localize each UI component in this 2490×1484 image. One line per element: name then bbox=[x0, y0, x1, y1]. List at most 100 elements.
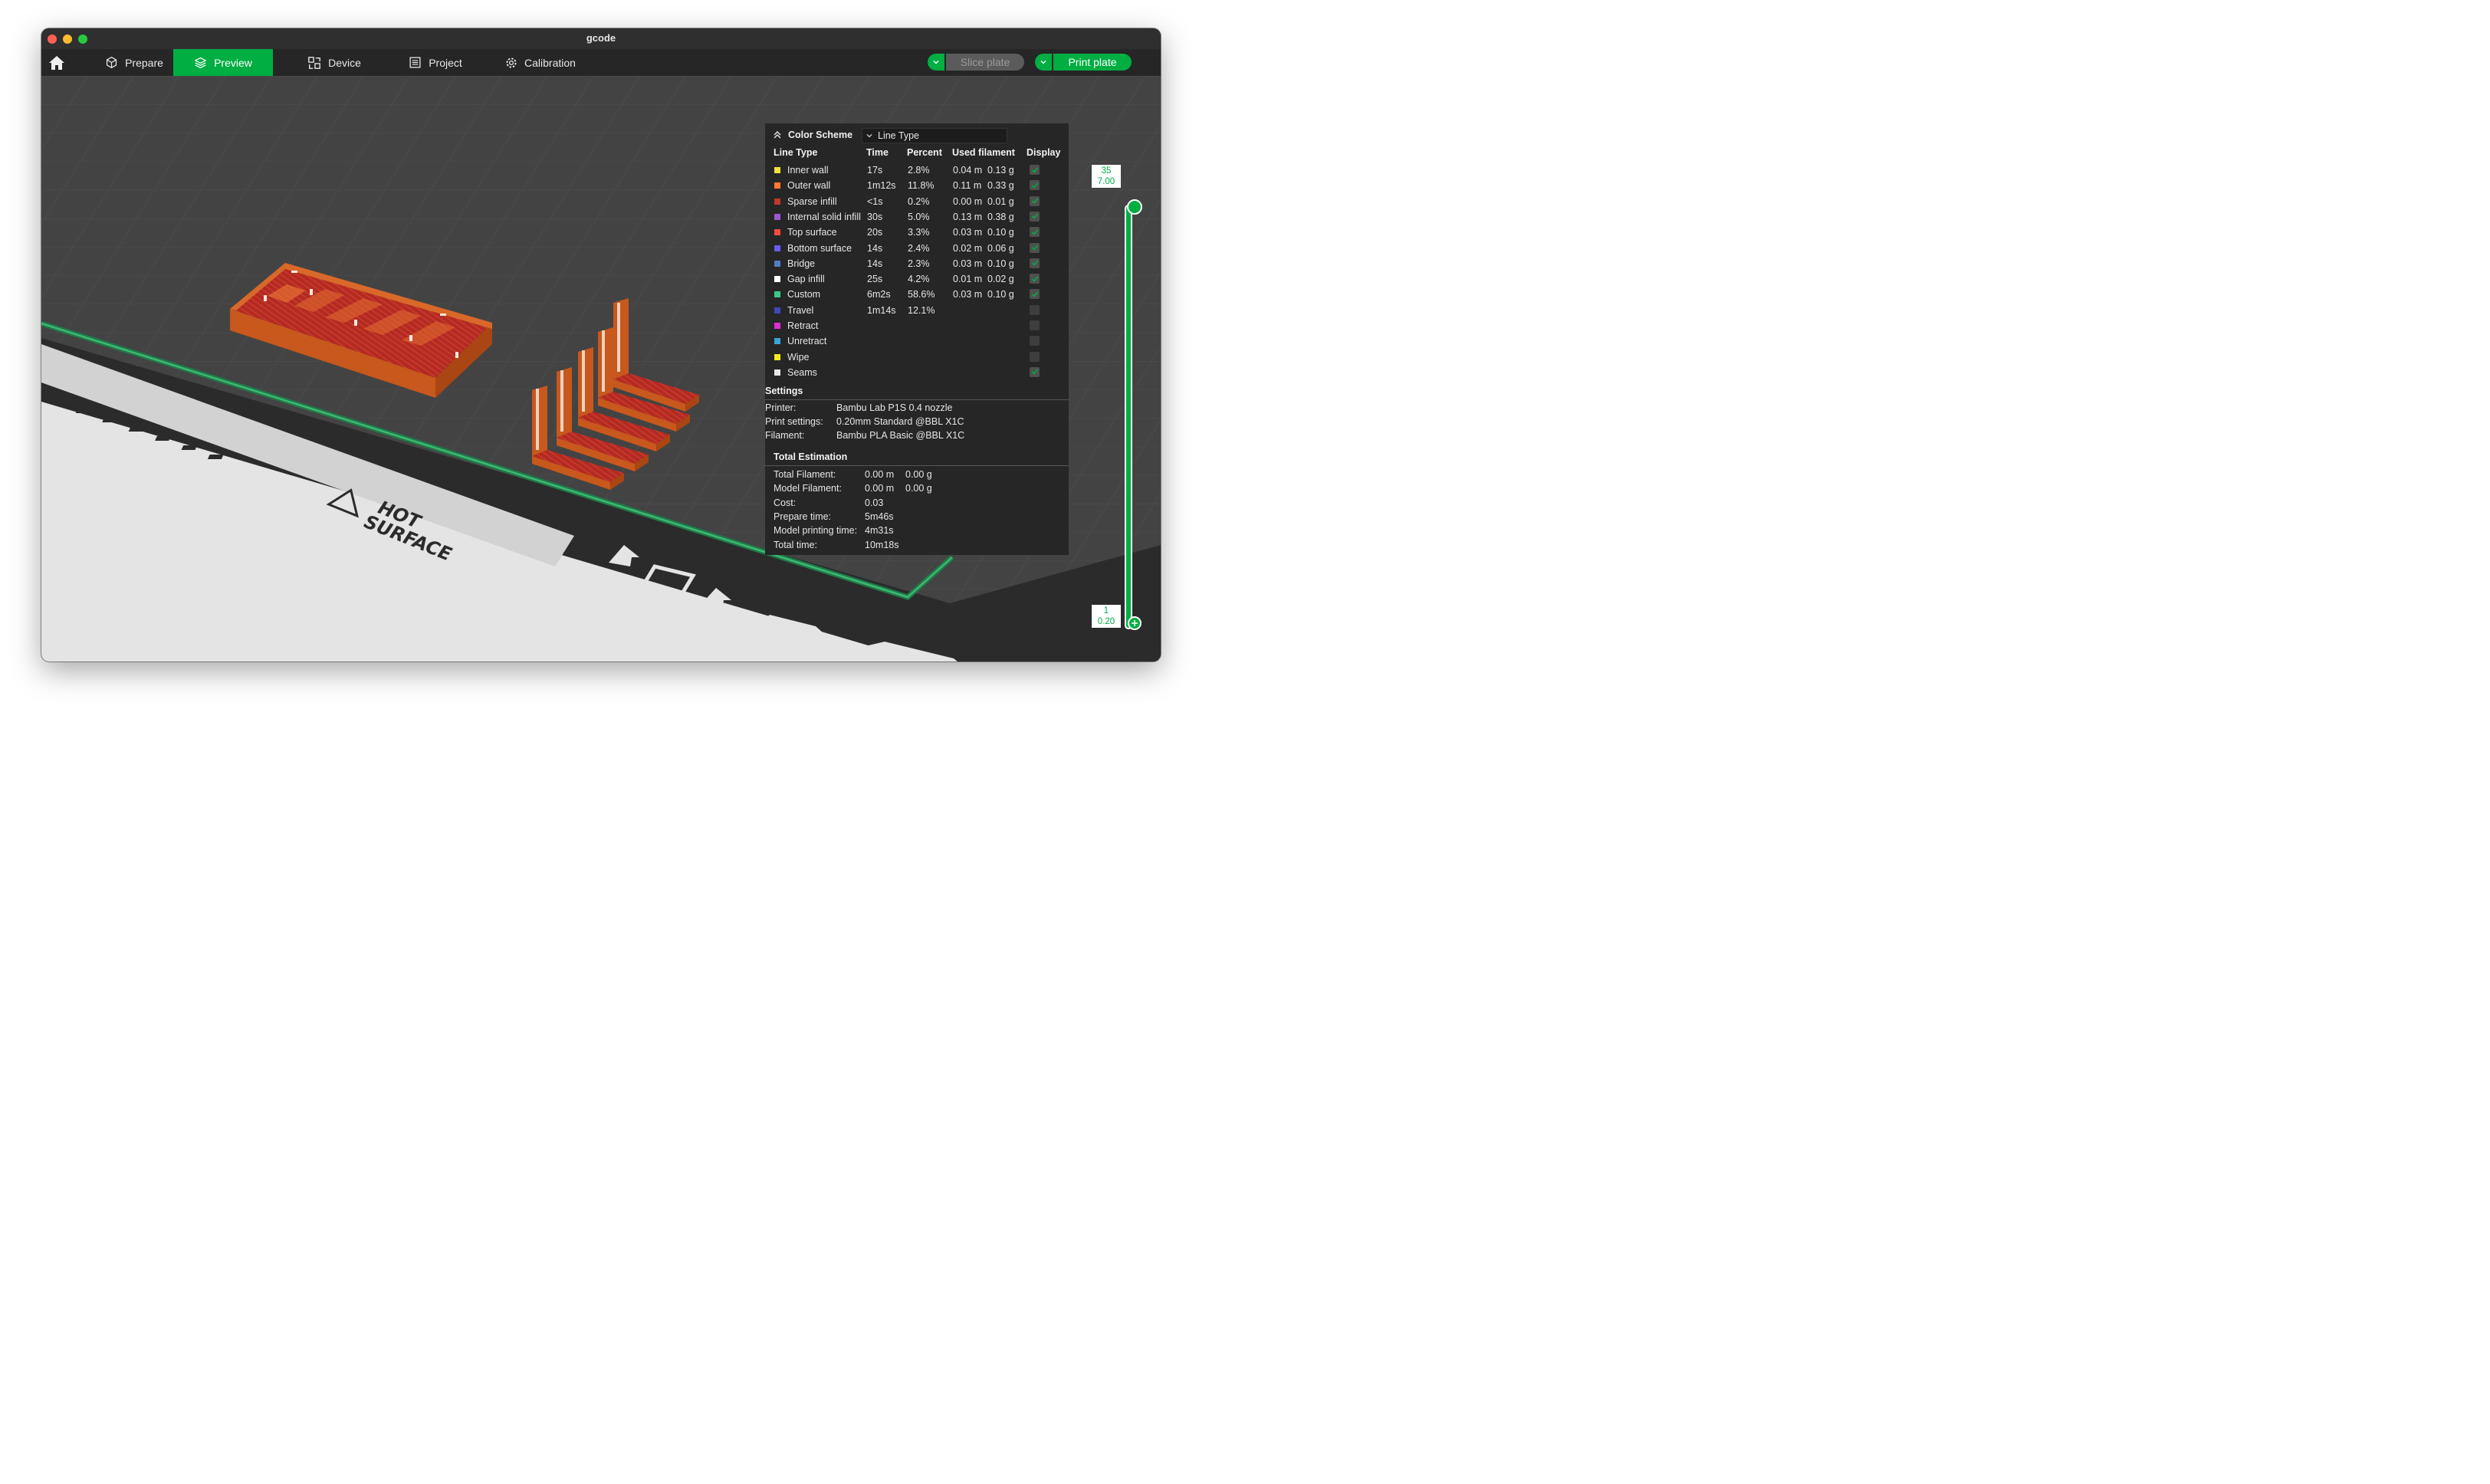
display-checkbox[interactable] bbox=[1030, 242, 1040, 253]
line-type-time: 6m2s bbox=[867, 289, 891, 300]
3d-preview-viewport[interactable]: HOT SURFACE Color Scheme Line Type Line … bbox=[41, 76, 1161, 662]
slice-plate-button[interactable]: Slice plate bbox=[946, 54, 1024, 71]
display-checkbox[interactable] bbox=[1030, 366, 1040, 377]
display-checkbox[interactable] bbox=[1030, 258, 1040, 268]
tab-label: Prepare bbox=[125, 56, 163, 69]
line-type-time: 14s bbox=[867, 242, 883, 254]
home-icon[interactable] bbox=[48, 54, 66, 72]
line-type-length: 0.13 m bbox=[953, 211, 983, 222]
legend-row: Internal solid infill 30s 5.0% 0.13 m 0.38 g bbox=[765, 209, 1069, 225]
display-checkbox[interactable] bbox=[1030, 180, 1040, 191]
tab-label: Project bbox=[429, 56, 462, 69]
line-type-time: 1m12s bbox=[867, 180, 896, 192]
checkmark-icon bbox=[1031, 229, 1038, 235]
estimation-value: 0.00 m bbox=[865, 469, 895, 480]
legend-row: Gap infill 25s 4.2% 0.01 m 0.02 g bbox=[765, 271, 1069, 287]
line-type-time: 1m14s bbox=[867, 304, 896, 316]
print-dropdown-button[interactable] bbox=[1035, 54, 1052, 71]
layer-slider-track[interactable] bbox=[1125, 205, 1132, 629]
line-type-time: 30s bbox=[867, 211, 883, 222]
estimation-value: 4m31s bbox=[865, 525, 894, 537]
col-header-line-type: Line Type bbox=[774, 147, 818, 158]
legend-row: Bridge 14s 2.3% 0.03 m 0.10 g bbox=[765, 256, 1069, 271]
line-type-length: 0.01 m bbox=[953, 274, 983, 285]
line-type-swatch bbox=[774, 229, 780, 236]
estimation-label: Total time: bbox=[774, 539, 817, 550]
line-type-length: 0.04 m bbox=[953, 165, 983, 176]
line-type-percent: 2.3% bbox=[908, 258, 930, 269]
estimation-extra: 0.00 g bbox=[905, 483, 932, 494]
line-type-weight: 0.33 g bbox=[987, 180, 1014, 192]
checkmark-icon bbox=[1031, 245, 1038, 251]
line-type-length: 0.00 m bbox=[953, 195, 983, 207]
legend-row: Inner wall 17s 2.8% 0.04 m 0.13 g bbox=[765, 163, 1069, 178]
line-type-percent: 3.3% bbox=[908, 227, 930, 238]
checkmark-icon bbox=[1031, 198, 1038, 204]
line-type-length: 0.03 m bbox=[953, 258, 983, 269]
color-scheme-select[interactable]: Line Type bbox=[862, 128, 1007, 143]
display-checkbox[interactable] bbox=[1030, 289, 1040, 300]
display-checkbox[interactable] bbox=[1030, 165, 1040, 175]
line-type-weight: 0.38 g bbox=[987, 211, 1014, 222]
chevron-up-double-icon[interactable] bbox=[773, 130, 782, 140]
layer-slider-top-handle[interactable] bbox=[1127, 199, 1142, 215]
filament-value: Bambu PLA Basic @BBL X1C bbox=[836, 430, 965, 441]
chevron-down-icon bbox=[866, 134, 872, 138]
line-type-weight: 0.10 g bbox=[987, 227, 1014, 238]
line-type-time: 25s bbox=[867, 274, 883, 285]
line-type-name: Bottom surface bbox=[787, 242, 852, 254]
legend-row: Retract bbox=[765, 318, 1069, 333]
line-type-time: 20s bbox=[867, 227, 883, 238]
line-type-swatch bbox=[774, 307, 780, 314]
top-layer-height: 7.00 bbox=[1097, 177, 1115, 186]
line-type-name: Retract bbox=[787, 320, 819, 331]
legend-row: Sparse infill <1s 0.2% 0.00 m 0.01 g bbox=[765, 194, 1069, 209]
display-checkbox[interactable] bbox=[1030, 336, 1040, 346]
layer-slider-bottom-handle[interactable] bbox=[1128, 616, 1142, 630]
legend-row: Unretract bbox=[765, 333, 1069, 349]
bottom-layer-label: 1 0.20 bbox=[1092, 605, 1121, 628]
layers-icon bbox=[195, 57, 207, 68]
display-checkbox[interactable] bbox=[1030, 195, 1040, 206]
color-scheme-header[interactable]: Color Scheme bbox=[773, 130, 852, 140]
checkmark-icon bbox=[1031, 276, 1038, 282]
estimation-label: Prepare time: bbox=[774, 511, 832, 522]
line-type-percent: 11.8% bbox=[908, 180, 935, 192]
line-type-name: Unretract bbox=[787, 336, 827, 347]
color-scheme-title: Color Scheme bbox=[788, 130, 853, 140]
tab-calibration[interactable]: Calibration bbox=[483, 49, 598, 76]
chevron-down-icon bbox=[933, 61, 939, 64]
tab-device[interactable]: Device bbox=[288, 49, 380, 76]
legend-row: Seams bbox=[765, 365, 1069, 380]
estimation-extra: 0.00 g bbox=[905, 469, 932, 480]
line-type-name: Wipe bbox=[787, 351, 810, 363]
display-checkbox[interactable] bbox=[1030, 211, 1040, 222]
line-type-percent: 58.6% bbox=[908, 289, 935, 300]
line-type-swatch bbox=[774, 369, 780, 376]
col-header-display: Display bbox=[1027, 147, 1061, 158]
bottom-layer-height: 0.20 bbox=[1097, 617, 1115, 626]
tab-preview[interactable]: Preview bbox=[173, 49, 273, 76]
display-checkbox[interactable] bbox=[1030, 351, 1040, 362]
line-type-name: Seams bbox=[787, 366, 817, 378]
app-window: gcode Prepare Preview Device Project Cal… bbox=[41, 28, 1161, 662]
print-plate-button[interactable]: Print plate bbox=[1053, 54, 1132, 71]
estimation-value: 5m46s bbox=[865, 511, 894, 522]
display-checkbox[interactable] bbox=[1030, 320, 1040, 330]
estimation-value: 10m18s bbox=[865, 539, 899, 550]
top-layer-number: 35 bbox=[1101, 166, 1112, 176]
line-type-swatch bbox=[774, 323, 780, 329]
slice-dropdown-button[interactable] bbox=[928, 54, 944, 71]
legend-row: Custom 6m2s 58.6% 0.03 m 0.10 g bbox=[765, 287, 1069, 302]
tab-prepare[interactable]: Prepare bbox=[92, 49, 176, 76]
checkmark-icon bbox=[1031, 291, 1038, 297]
tab-project[interactable]: Project bbox=[389, 49, 481, 76]
display-checkbox[interactable] bbox=[1030, 304, 1040, 315]
line-type-percent: 4.2% bbox=[908, 274, 930, 285]
display-checkbox[interactable] bbox=[1030, 274, 1040, 284]
line-type-time: 17s bbox=[867, 165, 883, 176]
gear-icon bbox=[506, 57, 517, 68]
color-scheme-value: Line Type bbox=[878, 130, 919, 141]
window-title: gcode bbox=[586, 32, 616, 44]
display-checkbox[interactable] bbox=[1030, 227, 1040, 238]
